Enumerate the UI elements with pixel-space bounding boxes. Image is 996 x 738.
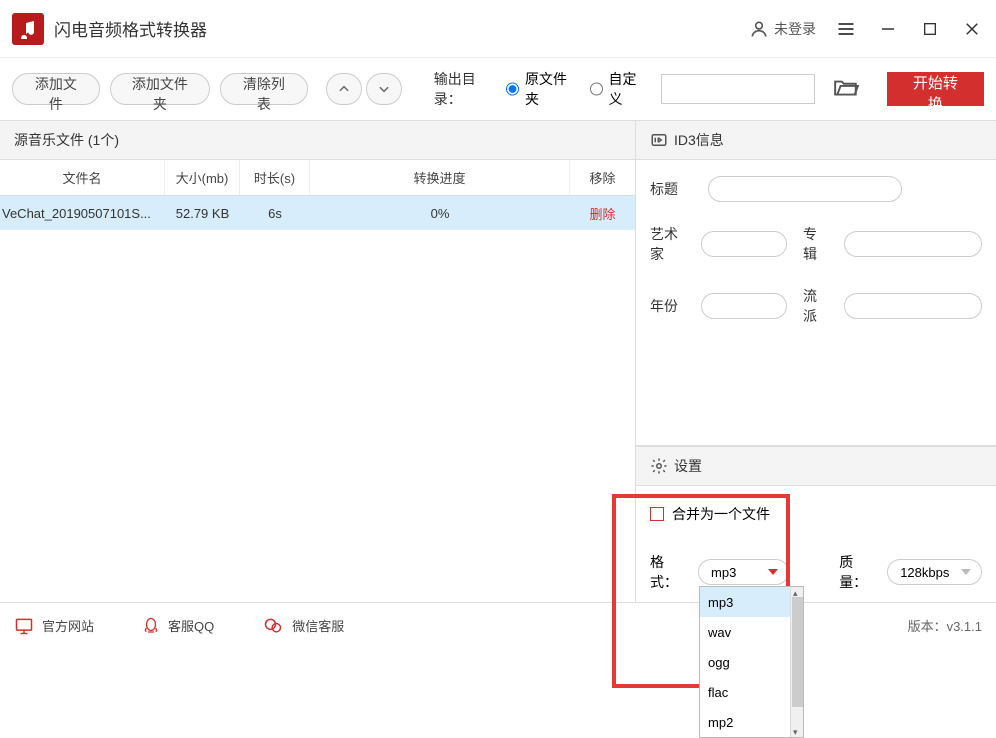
cell-size: 52.79 KB (165, 196, 240, 230)
settings-header-label: 设置 (674, 456, 702, 476)
maximize-button[interactable] (918, 17, 942, 41)
close-button[interactable] (960, 17, 984, 41)
menu-button[interactable] (834, 17, 858, 41)
artist-label: 艺术家 (650, 224, 685, 264)
website-link[interactable]: 官方网站 (14, 616, 94, 636)
dropdown-item[interactable]: wav (700, 617, 803, 647)
app-title: 闪电音频格式转换器 (54, 16, 207, 41)
id3-header: ID3信息 (636, 120, 996, 160)
footer: 官方网站 客服QQ 微信客服 版本：v3.1.1 (0, 602, 996, 648)
move-up-button[interactable] (326, 73, 362, 105)
cell-duration: 6s (240, 196, 310, 230)
website-label: 官方网站 (42, 616, 94, 635)
format-dropdown[interactable]: mp3 mp3 wav ogg flac mp2 ▴ ▾ (698, 559, 789, 585)
custom-folder-label: 自定义 (609, 69, 645, 109)
login-button[interactable]: 未登录 (749, 19, 816, 39)
file-list-panel: 源音乐文件 (1个) 文件名 大小(mb) 时长(s) 转换进度 移除 VeCh… (0, 120, 636, 610)
output-dir-label: 输出目录： (434, 69, 496, 109)
title-input[interactable] (708, 176, 902, 202)
artist-input[interactable] (701, 231, 787, 257)
minimize-button[interactable] (876, 17, 900, 41)
settings-header: 设置 (636, 446, 996, 486)
toolbar: 添加文件 添加文件夹 清除列表 输出目录： 原文件夹 自定义 开始转换 (0, 58, 996, 120)
title-label: 标题 (650, 179, 692, 199)
quality-value: 128kbps (900, 565, 949, 580)
album-input[interactable] (844, 231, 982, 257)
clear-list-button[interactable]: 清除列表 (220, 73, 308, 105)
year-label: 年份 (650, 296, 685, 316)
merge-checkbox[interactable] (650, 507, 664, 521)
quality-dropdown[interactable]: 128kbps (887, 559, 982, 585)
cell-progress: 0% (310, 196, 570, 230)
format-dropdown-list: mp3 wav ogg flac mp2 ▴ ▾ (699, 586, 804, 738)
chevron-down-icon (768, 567, 778, 577)
file-list-header: 源音乐文件 (1个) (0, 120, 635, 160)
dropdown-item[interactable]: ogg (700, 647, 803, 677)
dropdown-scrollbar[interactable]: ▴ ▾ (790, 587, 803, 737)
col-name: 文件名 (0, 160, 165, 195)
dropdown-item[interactable]: flac (700, 677, 803, 707)
merge-label: 合并为一个文件 (672, 504, 770, 524)
source-folder-label: 原文件夹 (525, 69, 574, 109)
start-convert-button[interactable]: 开始转换 (887, 72, 984, 106)
format-value: mp3 (711, 565, 736, 580)
qq-label: 客服QQ (168, 616, 214, 635)
add-file-button[interactable]: 添加文件 (12, 73, 100, 105)
col-duration: 时长(s) (240, 160, 310, 195)
app-logo (12, 13, 44, 45)
wechat-label: 微信客服 (292, 616, 344, 635)
format-label: 格式： (650, 552, 688, 592)
custom-folder-radio[interactable] (590, 82, 603, 96)
dropdown-item[interactable]: mp2 (700, 707, 803, 737)
dropdown-item[interactable]: mp3 (700, 587, 803, 617)
table-header: 文件名 大小(mb) 时长(s) 转换进度 移除 (0, 160, 635, 196)
col-remove: 移除 (570, 160, 635, 195)
browse-folder-button[interactable] (833, 76, 859, 103)
titlebar: 闪电音频格式转换器 未登录 (0, 0, 996, 58)
chevron-down-icon (961, 567, 971, 577)
quality-label: 质量： (839, 552, 877, 592)
genre-label: 流派 (803, 286, 828, 326)
output-path-input[interactable] (661, 74, 815, 104)
col-progress: 转换进度 (310, 160, 570, 195)
version-label: 版本：v3.1.1 (908, 616, 982, 635)
album-label: 专辑 (803, 224, 828, 264)
right-panel: ID3信息 标题 艺术家 专辑 年份 流派 (636, 120, 996, 610)
table-row[interactable]: VeChat_20190507101S... 52.79 KB 6s 0% 删除 (0, 196, 635, 230)
wechat-link[interactable]: 微信客服 (262, 616, 344, 636)
source-folder-radio[interactable] (506, 82, 519, 96)
move-down-button[interactable] (366, 73, 402, 105)
add-folder-button[interactable]: 添加文件夹 (110, 73, 210, 105)
year-input[interactable] (701, 293, 787, 319)
genre-input[interactable] (844, 293, 982, 319)
remove-link[interactable]: 删除 (589, 204, 615, 223)
login-label: 未登录 (774, 19, 816, 39)
qq-link[interactable]: 客服QQ (142, 616, 214, 636)
cell-name: VeChat_20190507101S... (0, 196, 165, 230)
col-size: 大小(mb) (165, 160, 240, 195)
id3-header-label: ID3信息 (674, 130, 724, 150)
